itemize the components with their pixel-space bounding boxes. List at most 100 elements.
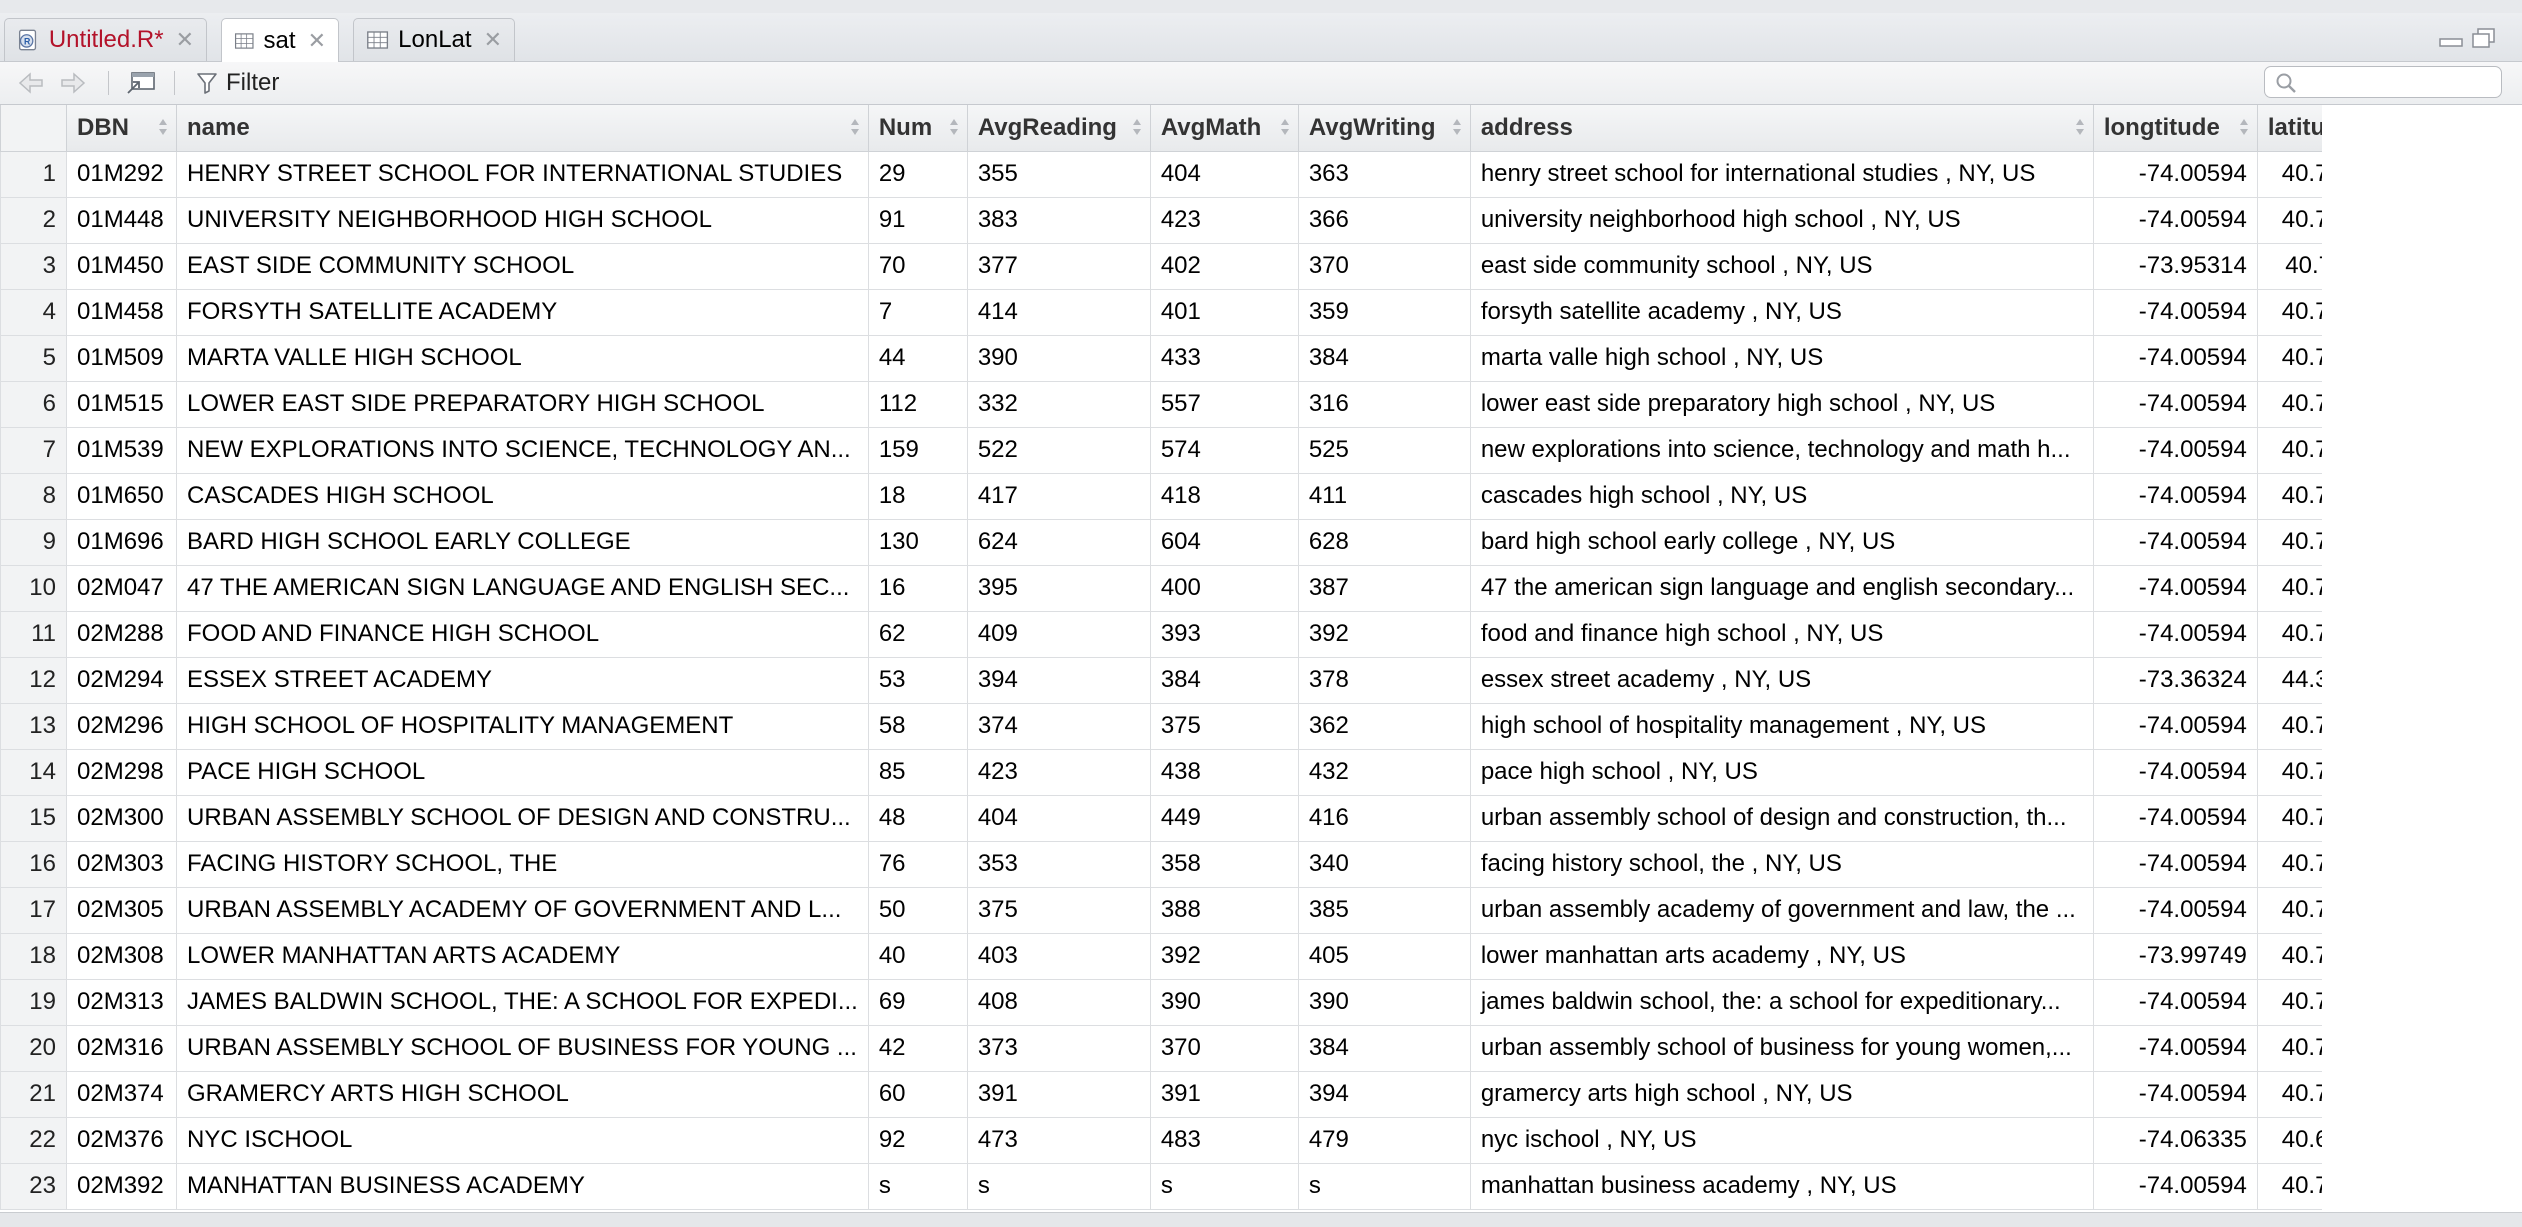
table-row[interactable]: 3 01M450 EAST SIDE COMMUNITY SCHOOL 70 377 40… [0, 242, 2393, 290]
show-in-window-button[interactable] [125, 68, 157, 98]
forward-button[interactable] [58, 68, 88, 98]
table-row[interactable]: 12 02M294 ESSEX STREET ACADEMY 53 394 384 378 e… [0, 656, 2393, 704]
table-row[interactable]: 19 02M313 JAMES BALDWIN SCHOOL, THE: A SCH… [0, 978, 2393, 1026]
table-row[interactable]: 10 02M047 47 THE AMERICAN SIGN LANGUAGE AN… [0, 564, 2393, 612]
table-row[interactable]: 2 01M448 UNIVERSITY NEIGHBORHOOD HIGH SCHO… [0, 196, 2393, 244]
cell-dbn: 02M294 [66, 656, 177, 704]
cell-address: lower manhattan arts academy , NY, US [1469, 932, 2094, 980]
table-row[interactable]: 20 02M316 URBAN ASSEMBLY SCHOOL OF BUSINES… [0, 1024, 2393, 1072]
row-number: 6 [0, 380, 67, 428]
cell-name: MARTA VALLE HIGH SCHOOL [176, 334, 869, 382]
cell-avgreading: 377 [966, 242, 1151, 290]
cell-avgwriting: s [1297, 1162, 1471, 1210]
sort-icon[interactable] [2239, 117, 2249, 137]
table-row[interactable]: 7 01M539 NEW EXPLORATIONS INTO SCIENCE, TE… [0, 426, 2393, 474]
column-header-dbn[interactable]: DBN [66, 105, 177, 152]
sort-icon[interactable] [949, 117, 959, 137]
cell-name: PACE HIGH SCHOOL [176, 748, 869, 796]
cell-num: 50 [867, 886, 968, 934]
column-header-avgreading[interactable]: AvgReading [966, 105, 1151, 152]
cell-dbn: 01M458 [66, 288, 177, 336]
table-row[interactable]: 15 02M300 URBAN ASSEMBLY SCHOOL OF DESIGN … [0, 794, 2393, 842]
popout-window-icon [127, 72, 155, 94]
cell-avgmath: 483 [1149, 1116, 1299, 1164]
column-header-name[interactable]: name [176, 105, 869, 152]
minimize-pane-icon[interactable] [2438, 27, 2466, 49]
table-row[interactable]: 21 02M374 GRAMERCY ARTS HIGH SCHOOL 60 391 39… [0, 1070, 2393, 1118]
table-row[interactable]: 5 01M509 MARTA VALLE HIGH SCHOOL 44 390 433 38… [0, 334, 2393, 382]
table-row[interactable]: 8 01M650 CASCADES HIGH SCHOOL 18 417 418 411 ca… [0, 472, 2393, 520]
cell-address: lower east side preparatory high school … [1469, 380, 2094, 428]
cell-avgwriting: 362 [1297, 702, 1471, 750]
row-number: 22 [0, 1116, 67, 1164]
table-row[interactable]: 14 02M298 PACE HIGH SCHOOL 85 423 438 432 pace … [0, 748, 2393, 796]
table-row[interactable]: 13 02M296 HIGH SCHOOL OF HOSPITALITY MANAG… [0, 702, 2393, 750]
cell-longtitude: -74.00594 [2092, 150, 2258, 198]
column-header-address[interactable]: address [1469, 105, 2094, 152]
cell-avgreading: 391 [966, 1070, 1151, 1118]
cell-name: FOOD AND FINANCE HIGH SCHOOL [176, 610, 869, 658]
sort-icon[interactable] [850, 117, 860, 137]
cell-address: pace high school , NY, US [1469, 748, 2094, 796]
cell-address: gramercy arts high school , NY, US [1469, 1070, 2094, 1118]
cell-avgmath: 418 [1149, 472, 1299, 520]
search-input[interactable] [2301, 70, 2495, 96]
cell-address: forsyth satellite academy , NY, US [1469, 288, 2094, 336]
cell-longtitude: -74.06335 [2092, 1116, 2258, 1164]
column-header-longtitude[interactable]: longtitude [2092, 105, 2258, 152]
cell-avgmath: 438 [1149, 748, 1299, 796]
cell-avgreading: 417 [966, 472, 1151, 520]
close-icon[interactable]: ✕ [308, 28, 326, 54]
cell-avgwriting: 390 [1297, 978, 1471, 1026]
cell-name: HENRY STREET SCHOOL FOR INTERNATIONAL ST… [176, 150, 869, 198]
table-row[interactable]: 1 01M292 HENRY STREET SCHOOL FOR INTERNATI… [0, 150, 2393, 198]
column-header-avgmath[interactable]: AvgMath [1149, 105, 1299, 152]
cell-address: urban assembly school of business for yo… [1469, 1024, 2094, 1072]
sort-icon[interactable] [2075, 117, 2085, 137]
table-row[interactable]: 9 01M696 BARD HIGH SCHOOL EARLY COLLEGE 130… [0, 518, 2393, 566]
cell-num: 159 [867, 426, 968, 474]
tab-untitled-r[interactable]: R Untitled.R* ✕ [4, 18, 207, 61]
table-row[interactable]: 16 02M303 FACING HISTORY SCHOOL, THE 76 353 3… [0, 840, 2393, 888]
close-icon[interactable]: ✕ [484, 27, 502, 53]
tab-lonlat[interactable]: LonLat ✕ [353, 18, 515, 61]
close-icon[interactable]: ✕ [176, 27, 194, 53]
column-header-num[interactable]: Num [867, 105, 968, 152]
cell-num: 29 [867, 150, 968, 198]
filter-button[interactable]: Filter [196, 68, 279, 98]
cell-avgwriting: 384 [1297, 334, 1471, 382]
table-row[interactable]: 6 01M515 LOWER EAST SIDE PREPARATORY HIGH … [0, 380, 2393, 428]
cell-avgmath: 384 [1149, 656, 1299, 704]
cell-dbn: 01M515 [66, 380, 177, 428]
data-grid-viewport[interactable]: DBN name Num AvgReading AvgMath AvgWriting add… [0, 105, 2522, 1221]
sort-icon[interactable] [158, 117, 168, 137]
table-row[interactable]: 23 02M392 MANHATTAN BUSINESS ACADEMY s s s s ma… [0, 1162, 2393, 1210]
cell-avgreading: 404 [966, 794, 1151, 842]
cell-longtitude: -74.00594 [2092, 426, 2258, 474]
cell-longtitude: -74.00594 [2092, 472, 2258, 520]
cell-dbn: 01M696 [66, 518, 177, 566]
tab-sat[interactable]: sat ✕ [221, 18, 339, 62]
horizontal-scrollbar[interactable] [0, 1212, 2522, 1227]
sort-icon[interactable] [1452, 117, 1462, 137]
table-row[interactable]: 4 01M458 FORSYTH SATELLITE ACADEMY 7 414 401 3… [0, 288, 2393, 336]
table-row[interactable]: 17 02M305 URBAN ASSEMBLY ACADEMY OF GOVERN… [0, 886, 2393, 934]
back-button[interactable] [16, 68, 46, 98]
cell-avgreading: 373 [966, 1024, 1151, 1072]
sort-icon[interactable] [1132, 117, 1142, 137]
cell-dbn: 02M316 [66, 1024, 177, 1072]
maximize-pane-icon[interactable] [2470, 27, 2498, 49]
column-header-avgwriting[interactable]: AvgWriting [1297, 105, 1471, 152]
table-row[interactable]: 18 02M308 LOWER MANHATTAN ARTS ACADEMY 40 40… [0, 932, 2393, 980]
cell-address: facing history school, the , NY, US [1469, 840, 2094, 888]
sort-icon[interactable] [1280, 117, 1290, 137]
table-row[interactable]: 11 02M288 FOOD AND FINANCE HIGH SCHOOL 62 40… [0, 610, 2393, 658]
table-icon [367, 31, 389, 49]
search-field[interactable] [2264, 66, 2502, 98]
cell-avgwriting: 405 [1297, 932, 1471, 980]
row-number: 8 [0, 472, 67, 520]
cell-avgwriting: 384 [1297, 1024, 1471, 1072]
table-row[interactable]: 22 02M376 NYC ISCHOOL 92 473 483 479 nyc ischoo… [0, 1116, 2393, 1164]
row-number: 17 [0, 886, 67, 934]
cell-address: cascades high school , NY, US [1469, 472, 2094, 520]
